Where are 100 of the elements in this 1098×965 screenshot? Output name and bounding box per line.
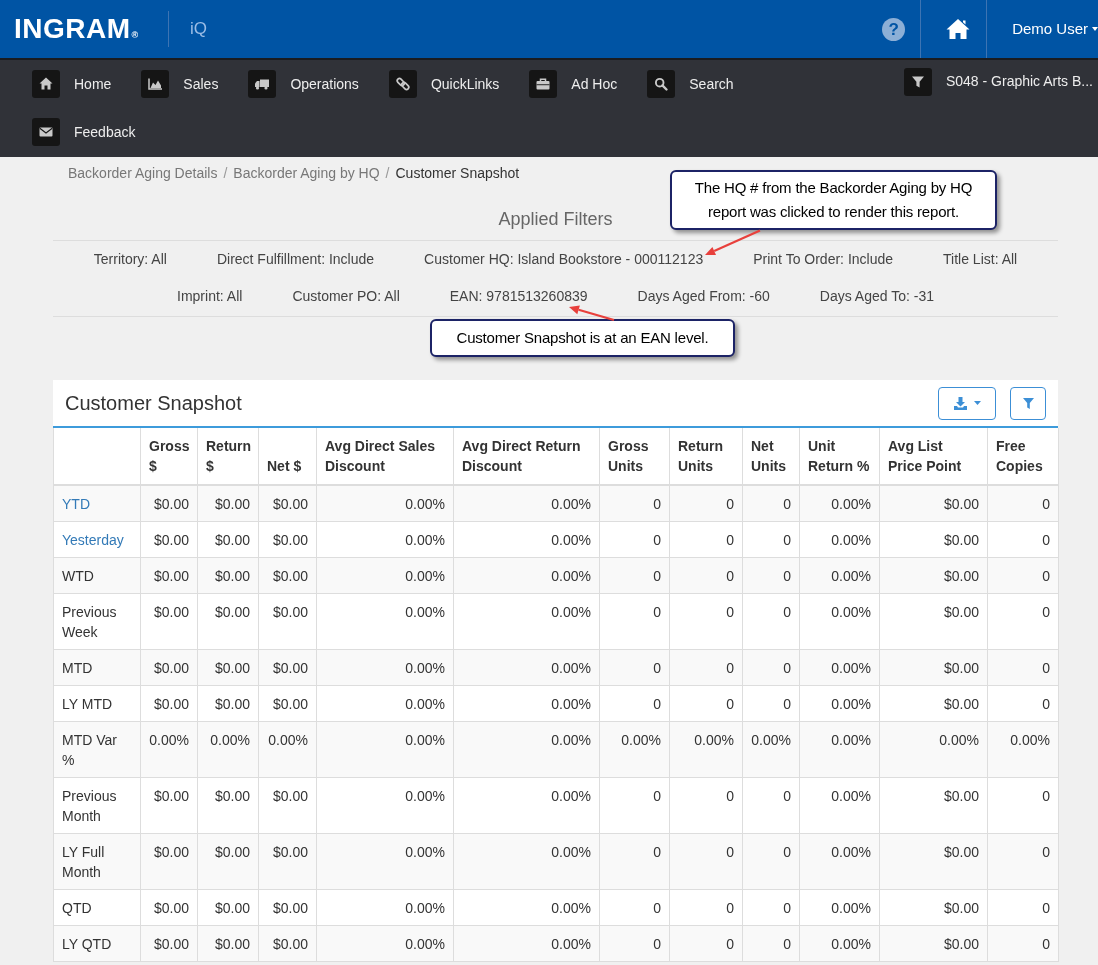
table-cell: 0.00% — [453, 833, 600, 890]
table-cell: 0 — [599, 777, 670, 834]
nav-link[interactable]: QuickLinks — [388, 70, 500, 98]
table-cell: 0.00% — [799, 925, 880, 962]
annotation-callout: Customer Snapshot is at an EAN level. — [430, 319, 735, 357]
table-cell: 0 — [669, 685, 743, 722]
nav-link[interactable]: Operations — [248, 70, 359, 98]
table-cell: 0.00% — [316, 777, 454, 834]
nav-link[interactable]: Feedback — [32, 118, 136, 146]
table-cell: 0 — [987, 833, 1059, 890]
table-cell: 0.00% — [669, 721, 743, 778]
table-cell: 0 — [599, 557, 670, 594]
app-name: iQ — [190, 18, 207, 41]
filter-icon — [1022, 397, 1034, 409]
table-cell: 0.00% — [316, 833, 454, 890]
logo-wordmark: INGRAM® — [14, 15, 139, 43]
row-link[interactable]: Yesterday — [53, 521, 141, 558]
table-cell: 0.00% — [140, 721, 198, 778]
row-label: LY MTD — [53, 685, 141, 722]
table-cell: 0.00% — [453, 649, 600, 686]
nav-link[interactable]: Search — [647, 70, 734, 98]
home-icon — [32, 70, 60, 98]
breadcrumb-link[interactable]: Backorder Aging by HQ — [233, 163, 380, 191]
table-cell: 0.00% — [799, 777, 880, 834]
table-cell: $0.00 — [258, 649, 317, 686]
table-cell: 0 — [599, 833, 670, 890]
table-cell: 0.00% — [879, 721, 988, 778]
row-label: WTD — [53, 557, 141, 594]
table-cell: 0 — [987, 889, 1059, 926]
filter-label: Print To Order: Include — [753, 250, 894, 269]
table-cell: 0.00% — [453, 485, 600, 522]
user-menu-button[interactable]: Demo User — [1012, 17, 1098, 41]
briefcase-icon — [529, 70, 558, 98]
nav-link[interactable]: Sales — [141, 70, 219, 98]
table-cell: 0.00% — [316, 649, 454, 686]
table-cell: 0 — [599, 649, 670, 686]
nav-link[interactable]: Ad Hoc — [529, 70, 618, 98]
table-cell: $0.00 — [258, 889, 317, 926]
table-cell: 0 — [742, 889, 800, 926]
breadcrumb-link[interactable]: Backorder Aging Details — [68, 163, 218, 191]
filter-label: Customer HQ: Island Bookstore - 000112123 — [424, 250, 704, 269]
table-cell: 0 — [742, 925, 800, 962]
table-cell: 0 — [669, 593, 743, 650]
row-link[interactable]: YTD — [53, 485, 141, 522]
table-cell: 0.00% — [799, 557, 880, 594]
row-label: MTD — [53, 649, 141, 686]
table-cell: $0.00 — [197, 889, 259, 926]
row-label: MTD Var % — [53, 721, 141, 778]
table-cell: 0.00% — [453, 685, 600, 722]
table-cell: 0 — [599, 521, 670, 558]
table-cell: $0.00 — [197, 649, 259, 686]
table-cell: 0 — [987, 685, 1059, 722]
annotation-callout: The HQ # from the Backorder Aging by HQ report was clicked to render this report. — [670, 170, 997, 230]
table-cell: 0.00% — [316, 485, 454, 522]
filter-label: Customer PO: All — [292, 287, 400, 306]
table-cell: $0.00 — [140, 485, 198, 522]
table-cell: 0.00% — [453, 593, 600, 650]
download-button[interactable] — [938, 386, 996, 420]
table-cell: $0.00 — [258, 833, 317, 890]
table-cell: $0.00 — [197, 521, 259, 558]
table-cell: 0 — [599, 925, 670, 962]
table-cell: 0 — [669, 521, 743, 558]
table-cell: $0.00 — [140, 557, 198, 594]
table-cell: $0.00 — [140, 593, 198, 650]
table-cell: 0 — [669, 889, 743, 926]
filter-button[interactable] — [1010, 386, 1046, 420]
section-title: Applied Filters — [498, 208, 613, 231]
table-cell: 0 — [987, 649, 1059, 686]
table-cell: $0.00 — [140, 649, 198, 686]
table-cell: $0.00 — [140, 777, 198, 834]
table-cell: $0.00 — [879, 833, 988, 890]
row-label: QTD — [53, 889, 141, 926]
table-cell: 0.00% — [453, 557, 600, 594]
table-cell: 0.00% — [799, 521, 880, 558]
filter-label: EAN: 9781513260839 — [449, 287, 588, 306]
table-cell: 0 — [669, 649, 743, 686]
table-cell: 0 — [987, 593, 1059, 650]
table-cell: 0.00% — [799, 649, 880, 686]
nav-link[interactable]: Home — [32, 70, 112, 98]
caret-icon — [1092, 27, 1098, 31]
table-cell: 0.00% — [799, 889, 880, 926]
table-cell: 0 — [669, 485, 743, 522]
table-cell: 0 — [742, 593, 800, 650]
home-icon[interactable] — [946, 18, 971, 40]
table-cell: 0 — [742, 685, 800, 722]
table-cell: 0 — [987, 925, 1059, 962]
account-filter-link[interactable]: S048 - Graphic Arts B... — [903, 67, 1093, 101]
table-cell: $0.00 — [197, 685, 259, 722]
filter-label: Imprint: All — [177, 287, 243, 306]
table-cell: $0.00 — [197, 925, 259, 962]
table-cell: 0.00% — [316, 685, 454, 722]
filter-label: Direct Fulfillment: Include — [216, 250, 375, 269]
table-cell: 0 — [599, 593, 670, 650]
row-label: LY QTD — [53, 925, 141, 962]
table-cell: 0.00% — [316, 889, 454, 926]
table-cell: $0.00 — [197, 833, 259, 890]
table-cell: $0.00 — [258, 485, 317, 522]
table-cell: $0.00 — [197, 777, 259, 834]
download-icon — [953, 396, 967, 410]
table-cell: 0 — [987, 777, 1059, 834]
